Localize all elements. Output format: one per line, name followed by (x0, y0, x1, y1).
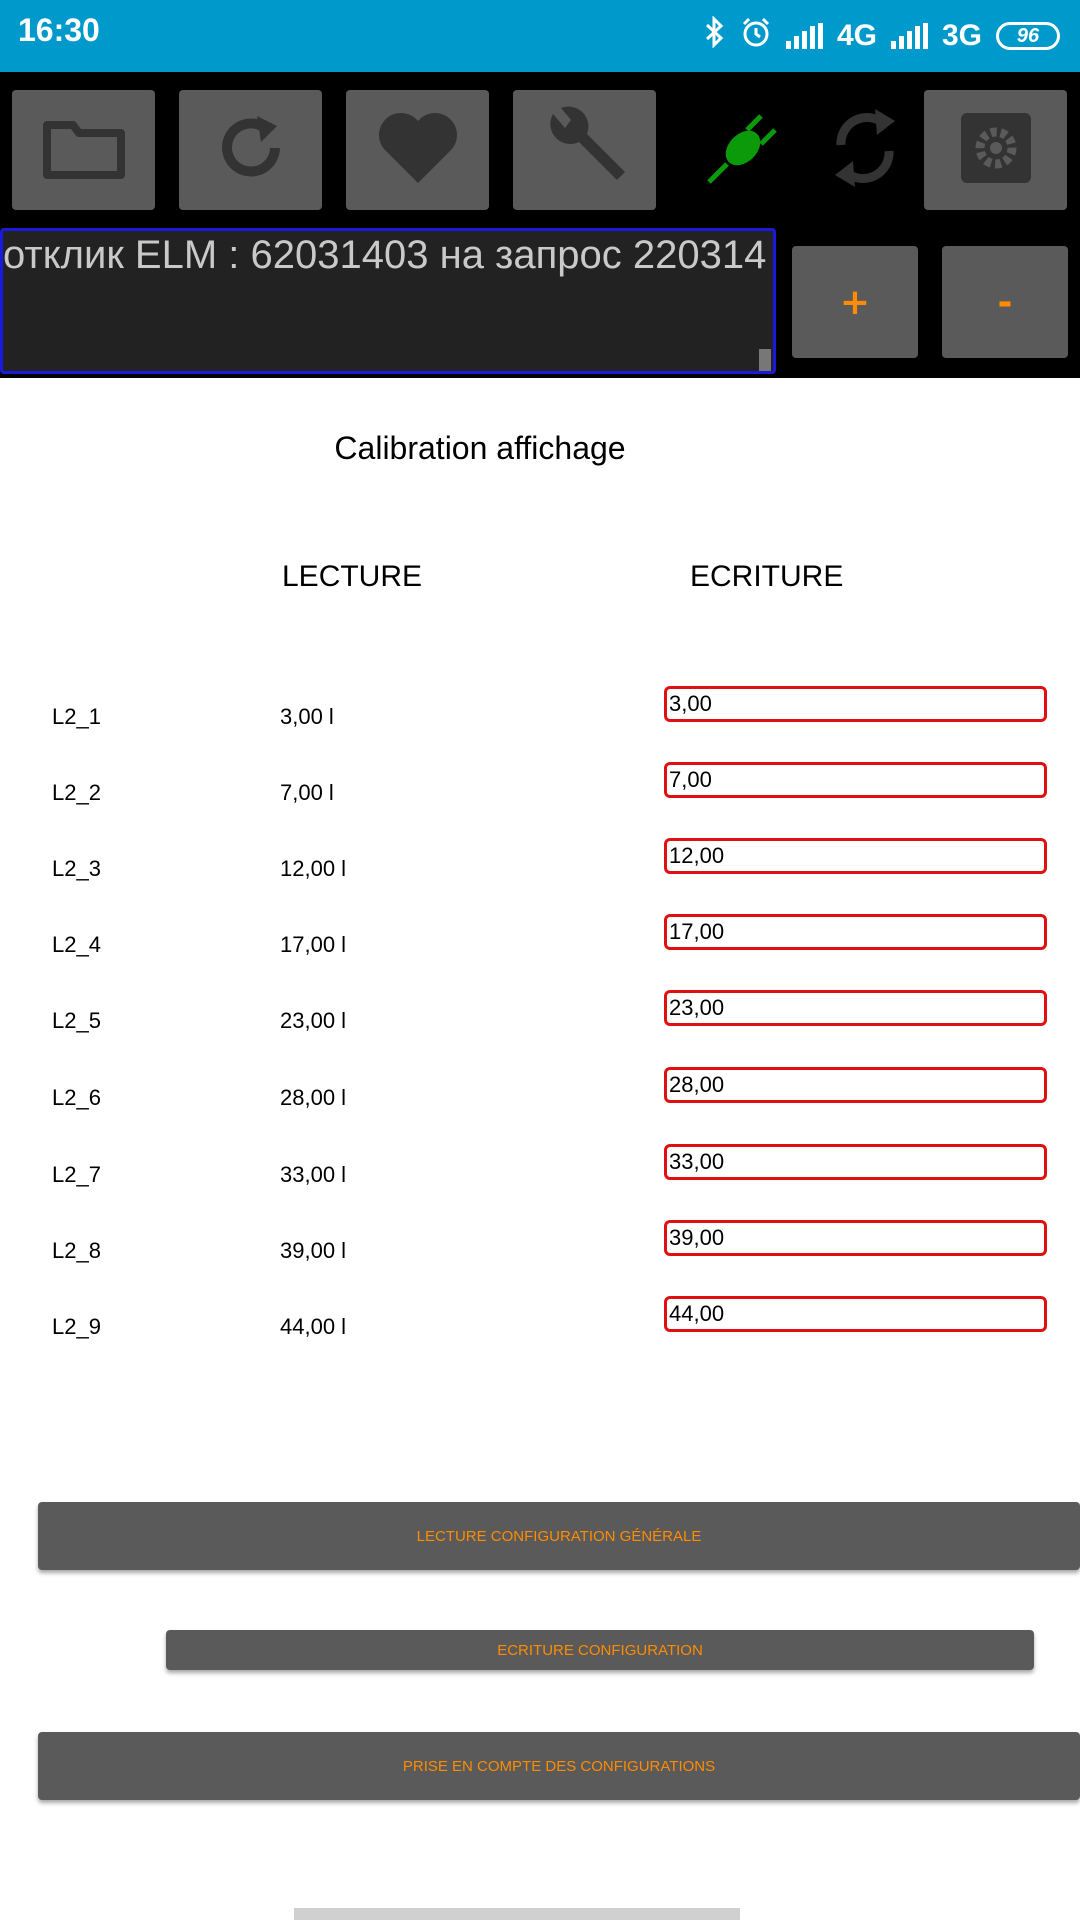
bluetooth-icon (704, 15, 726, 56)
write-config-button[interactable]: ECRITURE CONFIGURATION (166, 1630, 1034, 1670)
alarm-icon (740, 16, 772, 56)
row-read-value: 12,00 l (280, 856, 347, 881)
favorite-button[interactable] (346, 90, 489, 210)
connection-status[interactable] (688, 90, 798, 210)
row-read-value: 33,00 l (280, 1162, 347, 1187)
row-name: L2_3 (52, 856, 101, 881)
row-read-value: 39,00 l (280, 1238, 347, 1263)
minus-button[interactable]: - (942, 246, 1068, 358)
row-write-input[interactable] (664, 762, 1047, 798)
row-write-input[interactable] (664, 1144, 1047, 1180)
row-read-value: 7,00 l (280, 780, 334, 805)
table-row: L2_3 12,00 l (0, 838, 1080, 898)
row-read-value: 3,00 l (280, 704, 334, 729)
sync-button[interactable] (810, 90, 920, 210)
column-header-read: LECTURE (282, 560, 423, 593)
table-row: L2_8 39,00 l (0, 1220, 1080, 1280)
status-time: 16:30 (18, 12, 100, 48)
apply-configs-button[interactable]: PRISE EN COMPTE DES CONFIGURATIONS (38, 1732, 1080, 1800)
table-row: L2_1 3,00 l (0, 686, 1080, 746)
battery-indicator: 96 (996, 22, 1060, 50)
table-row: L2_6 28,00 l (0, 1067, 1080, 1127)
refresh-button[interactable] (179, 90, 322, 210)
column-header-write: ECRITURE (690, 560, 844, 593)
folder-button[interactable] (12, 90, 155, 210)
row-name: L2_9 (52, 1314, 101, 1339)
wrench-icon (539, 102, 631, 198)
row-name: L2_6 (52, 1085, 101, 1110)
elm-response-field[interactable]: отклик ELM : 62031403 на запрос 220314 (0, 228, 776, 374)
row-name: L2_7 (52, 1162, 101, 1187)
gear-icon (959, 111, 1033, 189)
row-write-input[interactable] (664, 1296, 1047, 1332)
toolbar: отклик ELM : 62031403 на запрос 220314 +… (0, 72, 1080, 378)
response-scrollbar[interactable] (759, 349, 771, 371)
row-write-input[interactable] (664, 686, 1047, 722)
row-name: L2_8 (52, 1238, 101, 1263)
plus-button[interactable]: + (792, 246, 918, 358)
row-name: L2_2 (52, 780, 101, 805)
network-label-1: 4G (836, 19, 877, 52)
network-label-2: 3G (941, 19, 982, 52)
page-title: Calibration affichage (334, 430, 626, 466)
settings-button[interactable] (924, 90, 1067, 210)
row-write-input[interactable] (664, 1220, 1047, 1256)
refresh-icon (215, 112, 287, 188)
row-name: L2_5 (52, 1008, 101, 1033)
row-name: L2_4 (52, 932, 101, 957)
row-read-value: 17,00 l (280, 932, 347, 957)
status-bar: 16:30 4G 3G 96 (0, 0, 1080, 72)
row-read-value: 44,00 l (280, 1314, 347, 1339)
row-read-value: 23,00 l (280, 1008, 347, 1033)
table-row: L2_2 7,00 l (0, 762, 1080, 822)
tools-button[interactable] (513, 90, 656, 210)
read-general-config-button[interactable]: LECTURE CONFIGURATION GÉNÉRALE (38, 1502, 1080, 1570)
row-write-input[interactable] (664, 914, 1047, 950)
row-write-input[interactable] (664, 990, 1047, 1026)
navigation-bar[interactable] (294, 1908, 740, 1920)
plug-connected-icon (703, 108, 783, 192)
table-row: L2_9 44,00 l (0, 1296, 1080, 1356)
table-row: L2_5 23,00 l (0, 990, 1080, 1050)
folder-icon (42, 117, 125, 183)
table-row: L2_7 33,00 l (0, 1144, 1080, 1204)
row-name: L2_1 (52, 704, 101, 729)
signal-icon (785, 23, 823, 49)
signal-icon-2 (890, 23, 928, 49)
row-write-input[interactable] (664, 838, 1047, 874)
table-row: L2_4 17,00 l (0, 914, 1080, 974)
heart-icon (376, 111, 460, 189)
row-read-value: 28,00 l (280, 1085, 347, 1110)
sync-icon (827, 105, 903, 195)
status-icons: 4G 3G 96 (704, 14, 1060, 58)
elm-response-text: отклик ELM : 62031403 на запрос 220314 (3, 233, 767, 277)
row-write-input[interactable] (664, 1067, 1047, 1103)
